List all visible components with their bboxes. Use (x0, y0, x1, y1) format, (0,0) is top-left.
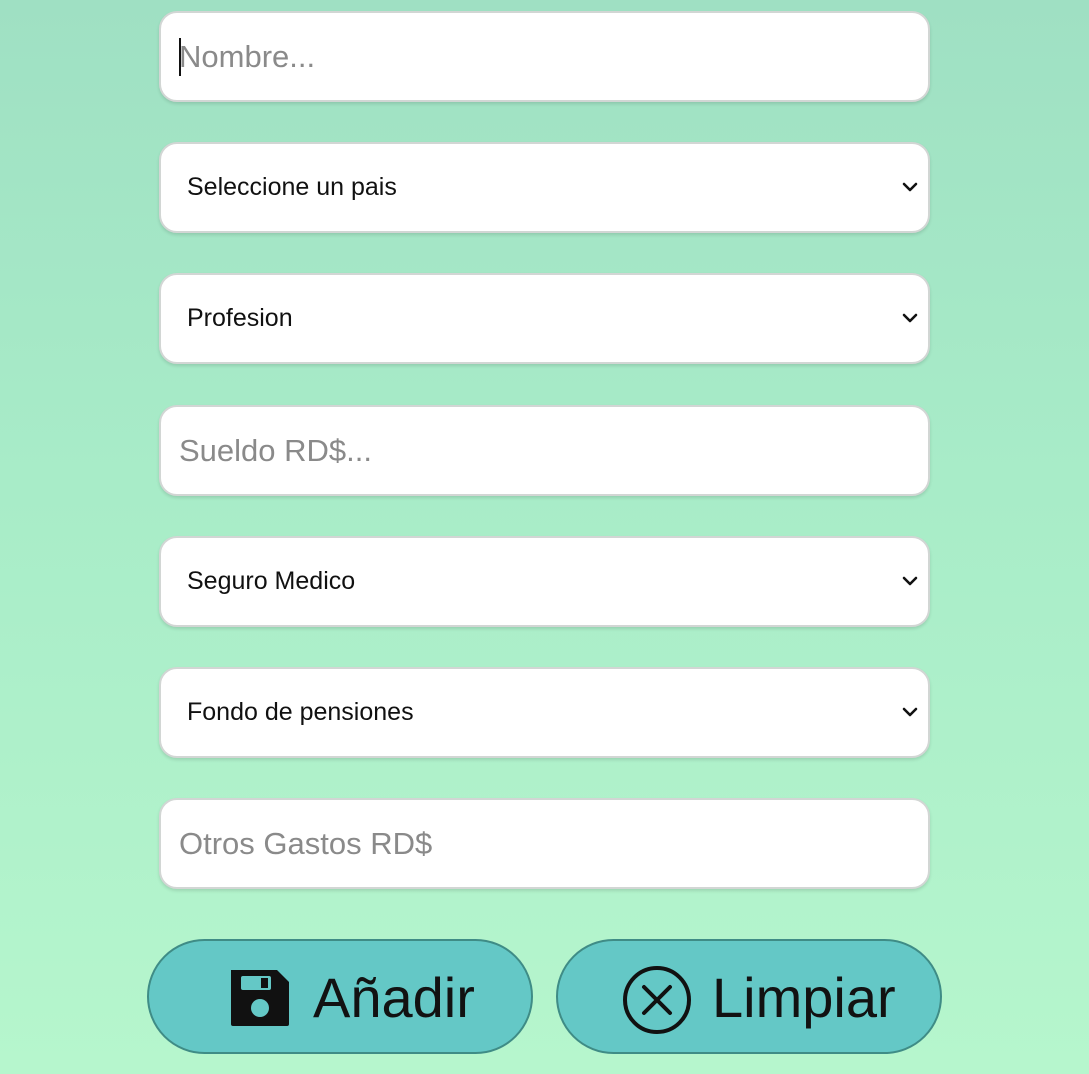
otros-gastos-field[interactable] (159, 798, 930, 889)
text-cursor (179, 38, 181, 76)
clear-button[interactable]: Limpiar (556, 939, 942, 1054)
chevron-down-icon (902, 576, 918, 586)
nombre-field[interactable] (159, 11, 930, 102)
profesion-select-value: Profesion (187, 304, 293, 332)
seguro-select-value: Seguro Medico (187, 567, 356, 595)
pais-select-value: Seleccione un pais (187, 173, 397, 201)
nombre-input[interactable] (161, 13, 928, 100)
chevron-down-icon (902, 707, 918, 717)
add-button-label: Añadir (313, 966, 475, 1029)
fondo-select-value: Fondo de pensiones (187, 698, 414, 726)
otros-gastos-input[interactable] (161, 800, 928, 887)
x-circle-icon (623, 966, 691, 1034)
profesion-select[interactable]: Profesion (159, 273, 930, 364)
save-icon (231, 970, 289, 1026)
clear-button-label: Limpiar (712, 966, 896, 1029)
add-button[interactable]: Añadir (147, 939, 533, 1054)
chevron-down-icon (902, 182, 918, 192)
sueldo-field[interactable] (159, 405, 930, 496)
sueldo-input[interactable] (161, 407, 928, 494)
pais-select[interactable]: Seleccione un pais (159, 142, 930, 233)
chevron-down-icon (902, 313, 918, 323)
seguro-select[interactable]: Seguro Medico (159, 536, 930, 627)
fondo-select[interactable]: Fondo de pensiones (159, 667, 930, 758)
